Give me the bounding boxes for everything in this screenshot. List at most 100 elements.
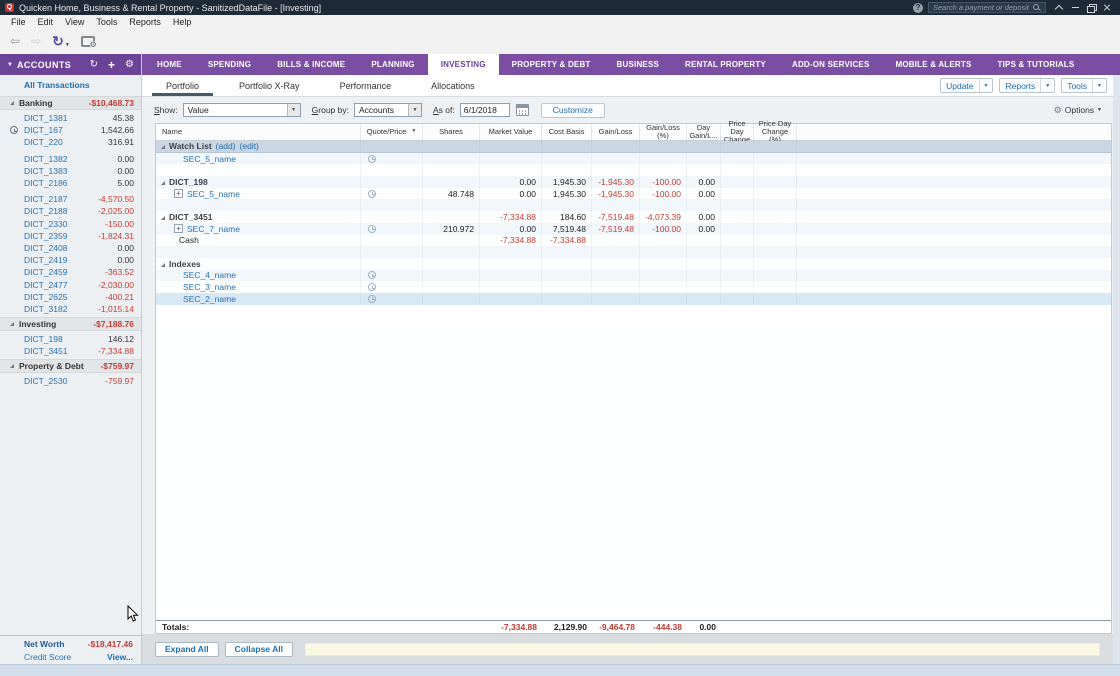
sidebar-account-dict-1383[interactable]: DICT_13830.00 <box>0 165 141 177</box>
col-header-market-value[interactable]: Market Value <box>480 124 542 140</box>
chevron-down-icon[interactable]: ▼ <box>408 104 421 116</box>
tab-spending[interactable]: SPENDING <box>195 54 264 75</box>
expand-all-button[interactable]: Expand All <box>155 642 219 657</box>
edit-link[interactable]: (edit) <box>240 141 259 151</box>
sidebar-group-investing[interactable]: Investing-$7,188.76 <box>0 317 141 331</box>
quote-icon[interactable] <box>368 225 376 233</box>
table-row-sec-5-name[interactable]: SEC_5_name <box>156 153 1111 165</box>
close-button[interactable] <box>1099 1 1115 14</box>
table-row-sec-3-name[interactable]: SEC_3_name <box>156 281 1111 293</box>
minimize-button[interactable] <box>1067 1 1083 14</box>
sidebar-account-dict-220[interactable]: DICT_220316.91 <box>0 136 141 148</box>
table-row-cash[interactable]: Cash-7,334.88-7,334.88 <box>156 235 1111 247</box>
net-worth-row[interactable]: Net Worth -$18,417.46 <box>0 637 141 650</box>
search-input[interactable] <box>933 3 1032 12</box>
tab-add-on-services[interactable]: ADD-ON SERVICES <box>779 54 883 75</box>
caret-down-icon[interactable]: ▼ <box>980 83 993 89</box>
collapse-icon[interactable] <box>10 364 14 368</box>
restore-button[interactable] <box>1083 1 1099 14</box>
sidebar-account-dict-1381[interactable]: DICT_138145.38 <box>0 112 141 124</box>
sidebar-account-dict-2187[interactable]: DICT_2187-4,570.50 <box>0 193 141 205</box>
quote-icon[interactable] <box>368 190 376 198</box>
accounts-header[interactable]: ▼ ACCOUNTS ↻ + ⚙ <box>0 54 141 75</box>
quote-icon[interactable] <box>368 295 376 303</box>
quote-icon[interactable] <box>368 155 376 163</box>
collapse-all-button[interactable]: Collapse All <box>225 642 293 657</box>
refresh-icon[interactable]: ↻ <box>90 60 98 70</box>
col-header-gain-loss[interactable]: Gain/Loss <box>592 124 640 140</box>
tab-mobile-alerts[interactable]: MOBILE & ALERTS <box>883 54 985 75</box>
help-icon[interactable]: ? <box>913 3 923 13</box>
sidebar-account-dict-2530[interactable]: DICT_2530-759.97 <box>0 375 141 387</box>
sidebar-group-banking[interactable]: Banking-$10,468.73 <box>0 96 141 110</box>
search-icon[interactable] <box>1032 3 1041 12</box>
add-account-icon[interactable]: + <box>108 59 115 71</box>
collapse-icon[interactable] <box>10 101 14 105</box>
collapse-icon[interactable] <box>161 263 165 267</box>
table-row-indexes[interactable]: Indexes <box>156 258 1111 270</box>
menu-tools[interactable]: Tools <box>90 17 123 27</box>
credit-score-row[interactable]: Credit Score View... <box>0 650 141 663</box>
caret-down-icon[interactable]: ▼ <box>1093 83 1106 89</box>
tab-home[interactable]: HOME <box>144 54 195 75</box>
tab-property-debt[interactable]: PROPERTY & DEBT <box>499 54 604 75</box>
sidebar-account-dict-1382[interactable]: DICT_13820.00 <box>0 153 141 165</box>
menu-edit[interactable]: Edit <box>32 17 60 27</box>
subtab-allocations[interactable]: Allocations <box>417 75 489 96</box>
tab-planning[interactable]: PLANNING <box>358 54 427 75</box>
menu-reports[interactable]: Reports <box>123 17 167 27</box>
col-header-gain-loss[interactable]: Gain/Loss (%) <box>640 124 687 140</box>
sidebar-account-dict-2359[interactable]: DICT_2359-1,824.31 <box>0 230 141 242</box>
col-header-price-day-change[interactable]: Price Day Change <box>721 124 754 140</box>
chevron-down-icon[interactable]: ▼ <box>287 104 300 116</box>
calendar-icon[interactable] <box>516 104 529 116</box>
collapse-icon[interactable] <box>161 181 165 185</box>
caret-down-icon[interactable]: ▼ <box>1041 83 1054 89</box>
groupby-dropdown[interactable]: Accounts ▼ <box>354 103 422 117</box>
menu-help[interactable]: Help <box>167 17 198 27</box>
sidebar-account-dict-167[interactable]: DICT_1671,542.66 <box>0 124 141 136</box>
sidebar-account-dict-2459[interactable]: DICT_2459-363.52 <box>0 266 141 278</box>
sidebar-account-dict-2186[interactable]: DICT_21865.00 <box>0 177 141 189</box>
table-row-sec-7-name[interactable]: +SEC_7_name210.9720.007,519.48-7,519.48-… <box>156 223 1111 235</box>
update-button[interactable]: Update▼ <box>940 78 993 93</box>
table-row-sec-5-name[interactable]: +SEC_5_name48.7480.001,945.30-1,945.30-1… <box>156 188 1111 200</box>
menu-view[interactable]: View <box>59 17 90 27</box>
security-name[interactable]: SEC_7_name <box>187 224 240 234</box>
tab-bills-income[interactable]: BILLS & INCOME <box>264 54 358 75</box>
security-name[interactable]: SEC_5_name <box>187 189 240 199</box>
security-name[interactable]: SEC_3_name <box>183 282 236 292</box>
customize-toolbar-icon[interactable]: ⚙ <box>81 36 95 47</box>
col-header-quote-price[interactable]: Quote/Price▼ <box>361 124 423 140</box>
sidebar-account-dict-3451[interactable]: DICT_3451-7,334.88 <box>0 345 141 357</box>
reports-button[interactable]: Reports▼ <box>999 78 1055 93</box>
credit-score-view-link[interactable]: View... <box>107 652 133 662</box>
tab-investing[interactable]: INVESTING <box>428 54 499 75</box>
col-header-day-gain-l[interactable]: Day Gain/L... <box>687 124 721 140</box>
sidebar-account-dict-2408[interactable]: DICT_24080.00 <box>0 242 141 254</box>
expand-icon[interactable]: + <box>174 189 183 198</box>
sidebar-group-property-debt[interactable]: Property & Debt-$759.97 <box>0 359 141 373</box>
customize-button[interactable]: Customize <box>541 103 605 118</box>
col-header-shares[interactable]: Shares <box>423 124 480 140</box>
security-name[interactable]: SEC_2_name <box>183 294 236 304</box>
sidebar-account-dict-198[interactable]: DICT_198146.12 <box>0 333 141 345</box>
collapse-icon[interactable] <box>161 145 165 149</box>
all-transactions-link[interactable]: All Transactions <box>0 78 141 94</box>
sidebar-account-dict-3182[interactable]: DICT_3182-1,015.14 <box>0 303 141 315</box>
quote-icon[interactable] <box>368 283 376 291</box>
sidebar-account-dict-2188[interactable]: DICT_2188-2,025.00 <box>0 205 141 217</box>
sidebar-account-dict-2330[interactable]: DICT_2330-150.00 <box>0 218 141 230</box>
table-row-sec-2-name[interactable]: SEC_2_name <box>156 293 1111 305</box>
add-link[interactable]: (add) <box>216 141 236 151</box>
collapse-window-button[interactable] <box>1051 1 1067 14</box>
collapse-icon[interactable] <box>161 216 165 220</box>
show-dropdown[interactable]: Value ▼ <box>183 103 301 117</box>
expand-icon[interactable]: + <box>174 224 183 233</box>
collapse-icon[interactable] <box>10 322 14 326</box>
subtab-performance[interactable]: Performance <box>326 75 406 96</box>
col-header-cost-basis[interactable]: Cost Basis <box>542 124 592 140</box>
tab-rental-property[interactable]: RENTAL PROPERTY <box>672 54 779 75</box>
one-step-update-button[interactable]: ↻ ▼ <box>52 34 70 48</box>
table-row-dict-3451[interactable]: DICT_3451-7,334.88184.60-7,519.48-4,073.… <box>156 211 1111 223</box>
